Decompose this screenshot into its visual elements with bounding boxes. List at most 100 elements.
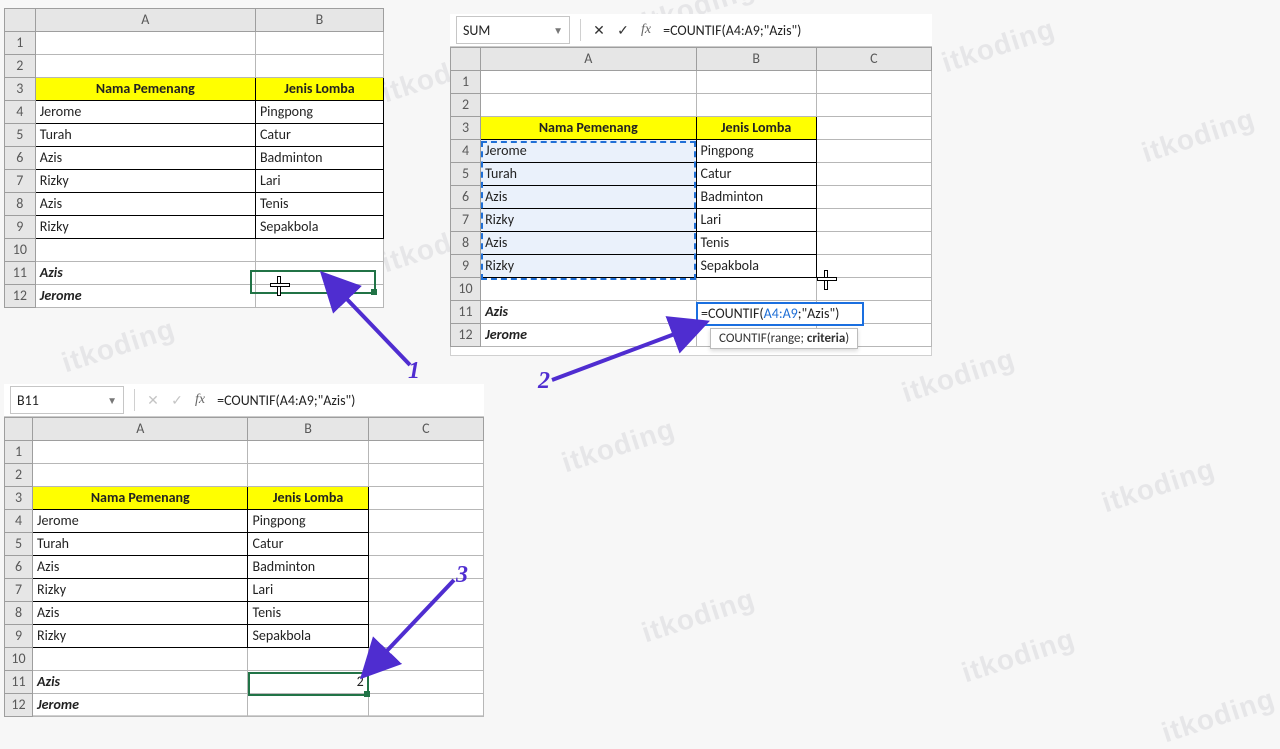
cell[interactable]: Jerome <box>35 101 255 124</box>
row-header[interactable]: 8 <box>451 232 481 255</box>
query-name[interactable]: Jerome <box>481 324 696 347</box>
select-all-corner[interactable] <box>5 418 33 441</box>
cell[interactable]: Turah <box>481 163 696 186</box>
row-header[interactable]: 5 <box>5 533 33 556</box>
row-header[interactable]: 2 <box>451 94 481 117</box>
cell[interactable]: Azis <box>35 147 255 170</box>
cell[interactable]: Sepakbola <box>696 255 816 278</box>
row-header[interactable]: 11 <box>5 671 33 694</box>
select-all-corner[interactable] <box>451 48 481 71</box>
row-header[interactable]: 11 <box>5 262 36 285</box>
enter-icon[interactable]: ✓ <box>611 18 635 42</box>
cell[interactable]: Azis <box>481 232 696 255</box>
cell[interactable]: Lari <box>248 579 368 602</box>
row-header[interactable]: 6 <box>451 186 481 209</box>
chevron-down-icon[interactable]: ▼ <box>107 394 117 407</box>
row-header[interactable]: 4 <box>5 510 33 533</box>
col-header-B[interactable]: B <box>255 9 383 32</box>
cell[interactable]: Turah <box>35 124 255 147</box>
row-header[interactable]: 8 <box>5 193 36 216</box>
chevron-down-icon[interactable]: ▼ <box>553 24 563 37</box>
row-header[interactable]: 10 <box>5 648 33 671</box>
cell[interactable]: Lari <box>255 170 383 193</box>
cell[interactable]: Badminton <box>255 147 383 170</box>
row-header[interactable]: 7 <box>5 579 33 602</box>
cell[interactable]: Rizky <box>35 170 255 193</box>
cell[interactable]: Jerome <box>33 510 248 533</box>
col-header-A[interactable]: A <box>33 418 248 441</box>
row-header[interactable]: 9 <box>451 255 481 278</box>
cell[interactable]: Pingpong <box>696 140 816 163</box>
cell[interactable]: Rizky <box>33 625 248 648</box>
row-header[interactable]: 1 <box>5 441 33 464</box>
row-header[interactable]: 11 <box>451 301 481 324</box>
row-header[interactable]: 10 <box>5 239 36 262</box>
query-name[interactable]: Azis <box>35 262 255 285</box>
row-header[interactable]: 7 <box>5 170 36 193</box>
query-name[interactable]: Jerome <box>33 694 248 717</box>
name-box[interactable]: SUM ▼ <box>456 16 570 44</box>
row-header[interactable]: 12 <box>5 285 36 308</box>
cell[interactable]: Pingpong <box>248 510 368 533</box>
cell[interactable]: Rizky <box>35 216 255 239</box>
row-header[interactable]: 8 <box>5 602 33 625</box>
row-header[interactable]: 1 <box>451 71 481 94</box>
cell[interactable]: Azis <box>33 602 248 625</box>
col-header-B[interactable]: B <box>248 418 368 441</box>
cell[interactable]: Catur <box>248 533 368 556</box>
cell[interactable]: Sepakbola <box>255 216 383 239</box>
row-header[interactable]: 7 <box>451 209 481 232</box>
query-name[interactable]: Azis <box>481 301 696 324</box>
row-header[interactable]: 12 <box>451 324 481 347</box>
cell[interactable]: Rizky <box>481 209 696 232</box>
row-header[interactable]: 4 <box>5 101 36 124</box>
row-header[interactable]: 9 <box>5 216 36 239</box>
cell[interactable]: Azis <box>35 193 255 216</box>
row-header[interactable]: 2 <box>5 464 33 487</box>
cell[interactable]: Azis <box>33 556 248 579</box>
col-header-B[interactable]: B <box>696 48 816 71</box>
cell-editor[interactable]: =COUNTIF(A4:A9;"Azis") <box>696 302 864 326</box>
row-header[interactable]: 2 <box>5 55 36 78</box>
cell[interactable]: Tenis <box>696 232 816 255</box>
cell[interactable]: Jerome <box>481 140 696 163</box>
row-header[interactable]: 6 <box>5 556 33 579</box>
cell[interactable]: Lari <box>696 209 816 232</box>
row-header[interactable]: 1 <box>5 32 36 55</box>
spreadsheet-1[interactable]: A B 1 2 3 Nama Pemenang Jenis Lomba 4Jer… <box>4 8 384 308</box>
cell-B11-result[interactable]: 2 <box>248 671 368 694</box>
cell[interactable]: Sepakbola <box>248 625 368 648</box>
row-header[interactable]: 5 <box>451 163 481 186</box>
cell[interactable]: Tenis <box>248 602 368 625</box>
row-header[interactable]: 5 <box>5 124 36 147</box>
col-header-A[interactable]: A <box>35 9 255 32</box>
fx-icon[interactable]: fx <box>195 392 205 408</box>
cell[interactable]: Pingpong <box>255 101 383 124</box>
row-header[interactable]: 3 <box>5 487 33 510</box>
col-header-C[interactable]: C <box>368 418 483 441</box>
query-name[interactable]: Azis <box>33 671 248 694</box>
cell[interactable]: Rizky <box>481 255 696 278</box>
cell[interactable]: Badminton <box>696 186 816 209</box>
row-header[interactable]: 10 <box>451 278 481 301</box>
cell[interactable]: Badminton <box>248 556 368 579</box>
cell-B11[interactable] <box>255 262 383 285</box>
cell[interactable]: Catur <box>696 163 816 186</box>
row-header[interactable]: 3 <box>5 78 36 101</box>
formula-input[interactable]: =COUNTIF(A4:A9;"Azis") <box>211 392 484 409</box>
formula-input[interactable]: =COUNTIF(A4:A9;"Azis") <box>657 22 932 39</box>
cell[interactable]: Catur <box>255 124 383 147</box>
row-header[interactable]: 12 <box>5 694 33 717</box>
cancel-icon[interactable]: ✕ <box>587 18 611 42</box>
fx-icon[interactable]: fx <box>641 22 651 38</box>
cell[interactable]: Azis <box>481 186 696 209</box>
select-all-corner[interactable] <box>5 9 36 32</box>
query-name[interactable]: Jerome <box>35 285 255 308</box>
col-header-A[interactable]: A <box>481 48 696 71</box>
col-header-C[interactable]: C <box>816 48 931 71</box>
row-header[interactable]: 4 <box>451 140 481 163</box>
row-header[interactable]: 9 <box>5 625 33 648</box>
cell[interactable]: Rizky <box>33 579 248 602</box>
cell[interactable]: Turah <box>33 533 248 556</box>
name-box[interactable]: B11 ▼ <box>10 386 124 414</box>
